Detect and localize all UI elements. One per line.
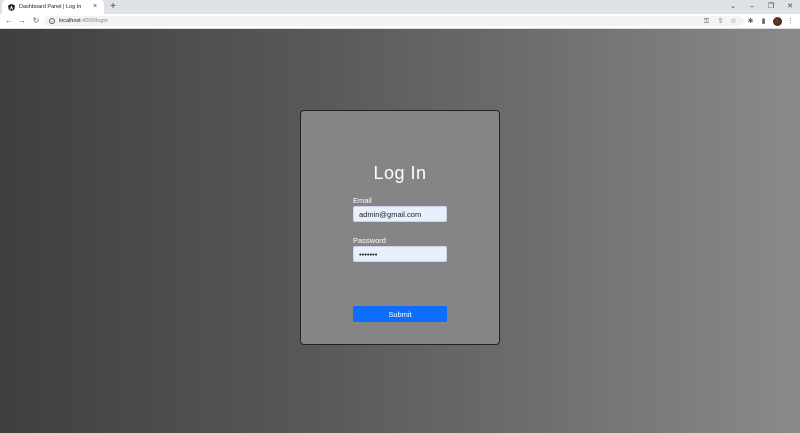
password-label: Password	[353, 236, 386, 245]
tab-strip: Dashboard Panel | Log In × + ⌄ – ❐ ✕	[0, 0, 800, 14]
extensions-icon[interactable]: ✱	[746, 17, 755, 26]
minimize-icon[interactable]: –	[746, 1, 758, 13]
address-bar[interactable]: i localhost:4200/login	[44, 16, 744, 26]
browser-menu-icon[interactable]: ⋮	[786, 17, 795, 26]
browser-toolbar: ← → ↻ i localhost:4200/login ⚿ ⇪ ☆ ✱ ▮ ⋮	[0, 14, 800, 29]
url-path: :4200/login	[80, 18, 108, 24]
tab-title: Dashboard Panel | Log In	[19, 4, 82, 10]
reload-icon[interactable]: ↻	[31, 16, 41, 26]
page-background: Log In Email Password Submit	[0, 29, 800, 433]
url-text: localhost:4200/login	[59, 18, 108, 24]
email-field[interactable]	[353, 206, 447, 222]
tab-search-icon[interactable]: ⌄	[727, 1, 739, 13]
forward-icon[interactable]: →	[17, 16, 27, 26]
window-close-icon[interactable]: ✕	[784, 1, 796, 13]
angular-logo-icon	[8, 3, 15, 11]
login-card: Log In Email Password Submit	[300, 110, 500, 345]
password-field[interactable]	[353, 246, 447, 262]
restore-icon[interactable]: ❐	[765, 1, 777, 13]
submit-button[interactable]: Submit	[353, 306, 447, 322]
site-info-icon[interactable]: i	[49, 18, 55, 24]
browser-window: Dashboard Panel | Log In × + ⌄ – ❐ ✕ ← →…	[0, 0, 800, 433]
password-key-icon[interactable]: ⚿	[702, 17, 711, 26]
share-icon[interactable]: ⇪	[716, 17, 725, 26]
tab-close-icon[interactable]: ×	[91, 3, 99, 11]
login-title: Log In	[373, 163, 427, 183]
side-panel-icon[interactable]: ▮	[759, 17, 768, 26]
email-label: Email	[353, 196, 372, 205]
new-tab-icon[interactable]: +	[108, 2, 118, 12]
back-icon[interactable]: ←	[4, 16, 14, 26]
url-host: localhost	[59, 18, 81, 24]
profile-avatar[interactable]	[773, 17, 782, 26]
tab-dashboard-login[interactable]: Dashboard Panel | Log In ×	[2, 0, 104, 14]
bookmark-star-icon[interactable]: ☆	[729, 17, 738, 26]
